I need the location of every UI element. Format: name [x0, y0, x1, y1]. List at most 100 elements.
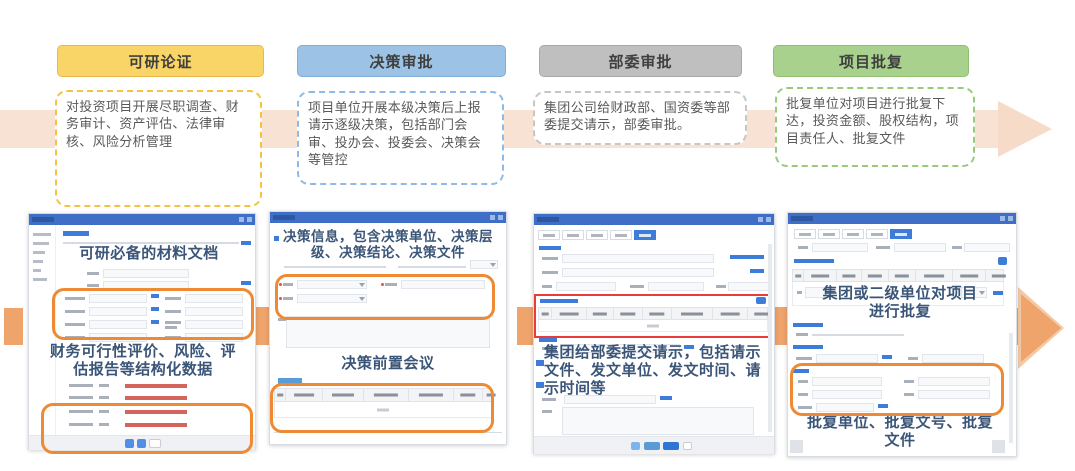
table-header-cell	[454, 389, 483, 401]
select-input[interactable]	[297, 294, 367, 303]
table-header-cell	[916, 270, 953, 281]
text-input[interactable]	[562, 268, 714, 277]
sidebar-menu-item[interactable]	[33, 251, 45, 254]
expand-icon[interactable]	[1000, 216, 1005, 221]
section-tab[interactable]	[278, 378, 302, 384]
tab-item[interactable]	[562, 230, 584, 240]
flow-band-mid-seg	[517, 307, 533, 345]
detail-link[interactable]	[241, 281, 251, 285]
select-input[interactable]	[297, 280, 367, 289]
sidebar-menu-item[interactable]	[33, 242, 49, 245]
close-icon[interactable]	[1008, 216, 1013, 221]
text-input[interactable]	[103, 269, 189, 278]
table-header-cell	[539, 308, 552, 319]
text-input[interactable]	[401, 280, 485, 289]
attach-button[interactable]	[536, 382, 544, 388]
tab-item[interactable]	[818, 229, 840, 239]
text-input[interactable]	[185, 320, 243, 329]
text-input[interactable]	[812, 390, 882, 399]
view-link[interactable]	[750, 269, 764, 273]
row-action-link[interactable]	[993, 291, 1003, 295]
scrollbar[interactable]	[768, 244, 772, 432]
text-input[interactable]	[964, 243, 1010, 252]
add-row-button[interactable]	[756, 297, 766, 304]
text-input[interactable]	[816, 354, 878, 363]
text-input[interactable]	[922, 354, 984, 363]
text-input[interactable]	[556, 282, 616, 291]
sidebar-menu-item[interactable]	[33, 269, 41, 272]
text-input[interactable]	[185, 294, 243, 303]
close-icon[interactable]	[766, 217, 771, 222]
field-label	[165, 326, 177, 329]
submit-button[interactable]	[644, 442, 660, 450]
text-input[interactable]	[918, 377, 990, 386]
expand-icon[interactable]	[239, 217, 244, 222]
tab-item[interactable]	[586, 230, 608, 240]
field-label	[798, 406, 812, 409]
field-label	[69, 384, 93, 387]
stage-description-feasibility: 对投资项目开展尽职调查、财务审计、资产评估、法律审核、风险分析管理	[55, 90, 262, 207]
annotation-text: 集团或二级单位对项目进行批复	[820, 285, 980, 321]
text-input[interactable]	[89, 333, 147, 342]
annotation-text: 可研必备的材料文档	[59, 245, 239, 263]
tab-item[interactable]	[842, 229, 864, 239]
attach-link[interactable]	[878, 404, 888, 408]
tab-item[interactable]	[610, 230, 632, 240]
sidebar-menu-item[interactable]	[33, 233, 51, 236]
field-label	[69, 423, 93, 426]
close-icon[interactable]	[247, 217, 252, 222]
text-input[interactable]	[185, 333, 243, 342]
text-input[interactable]	[562, 254, 714, 263]
text-input[interactable]	[648, 282, 704, 291]
save-button[interactable]	[631, 442, 640, 450]
cancel-button[interactable]	[683, 442, 692, 450]
field-label	[87, 284, 99, 287]
tab-item-active[interactable]	[634, 230, 656, 240]
expand-icon[interactable]	[758, 217, 763, 222]
view-link[interactable]	[730, 255, 764, 259]
pagination-prev-button[interactable]	[125, 439, 134, 448]
upload-link[interactable]	[241, 241, 251, 245]
textarea-input[interactable]	[286, 316, 490, 348]
text-input[interactable]	[89, 320, 147, 329]
sidebar-menu-item[interactable]	[33, 260, 43, 263]
attach-link[interactable]	[151, 294, 159, 298]
text-input[interactable]	[812, 243, 868, 252]
sidebar-menu-item[interactable]	[33, 278, 47, 281]
section-label	[794, 259, 834, 263]
flow-arrow-mid	[1021, 294, 1061, 362]
tab-item[interactable]	[866, 229, 888, 239]
tab-item[interactable]	[538, 230, 560, 240]
attach-link[interactable]	[882, 355, 892, 359]
text-input[interactable]	[185, 307, 243, 316]
window-titlebar	[534, 214, 774, 225]
close-icon[interactable]	[498, 215, 503, 220]
window-title	[791, 216, 813, 221]
text-input[interactable]	[89, 294, 147, 303]
required-mark	[279, 297, 282, 300]
text-input[interactable]	[89, 307, 147, 316]
expand-icon[interactable]	[490, 215, 495, 220]
attach-link[interactable]	[151, 320, 159, 324]
tab-item[interactable]	[794, 229, 816, 239]
tab-item-active[interactable]	[890, 229, 912, 239]
approve-button[interactable]	[663, 442, 679, 450]
sidebar	[29, 225, 56, 449]
text-input[interactable]	[816, 403, 874, 412]
text-input[interactable]	[894, 243, 946, 252]
attach-button[interactable]	[536, 360, 544, 366]
pagination-size-button[interactable]	[149, 439, 161, 448]
textarea-input[interactable]	[562, 407, 754, 435]
scrollbar[interactable]	[1009, 333, 1013, 443]
annotation-text: 决策信息，包含决策单位、决策层级、决策结论、决策文件	[275, 229, 501, 261]
row-index	[797, 291, 802, 294]
text-input[interactable]	[918, 390, 990, 399]
text-input[interactable]	[103, 281, 189, 290]
attach-link[interactable]	[151, 307, 159, 311]
text-input[interactable]	[812, 377, 882, 386]
add-row-button[interactable]	[998, 257, 1007, 265]
pagination-next-button[interactable]	[137, 439, 146, 448]
field-label	[69, 410, 93, 413]
section-tab[interactable]	[63, 231, 89, 236]
text-input[interactable]	[728, 282, 770, 291]
